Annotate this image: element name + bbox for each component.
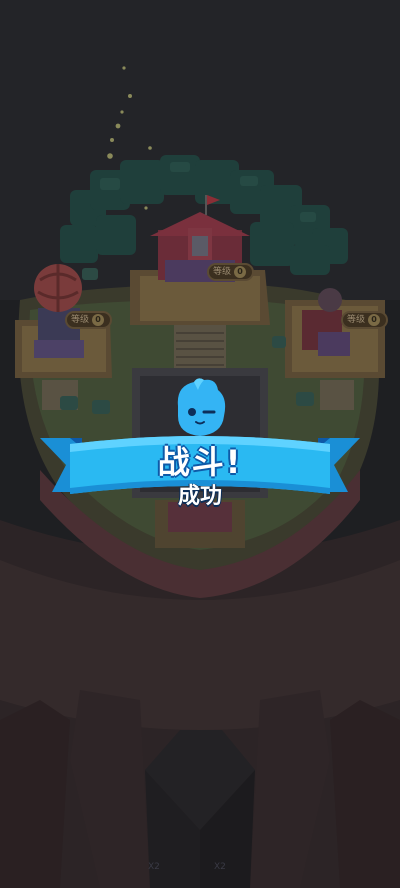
right-factory-level-badge[interactable]: 等级 0: [341, 311, 389, 329]
level-value: 0: [368, 314, 381, 326]
level-label: 等级: [347, 315, 366, 325]
town-hall-level-badge[interactable]: 等级 0: [207, 263, 255, 281]
result-subtitle: 成功: [177, 484, 222, 509]
game-screen: 等级 0 等级 0 等级 0 战斗! 成功 X2 X2: [0, 0, 400, 888]
blue-mascot-icon: [177, 378, 226, 436]
level-value: 0: [234, 266, 247, 278]
level-label: 等级: [213, 267, 232, 277]
left-tower-level-badge[interactable]: 等级 0: [65, 311, 113, 329]
flag-pole: [205, 195, 207, 215]
level-label: 等级: [71, 315, 90, 325]
battle-title: 战斗!: [157, 443, 243, 481]
multiplier-marker-left: X2: [148, 862, 160, 872]
level-value: 0: [92, 314, 105, 326]
multiplier-marker-right: X2: [214, 862, 226, 872]
